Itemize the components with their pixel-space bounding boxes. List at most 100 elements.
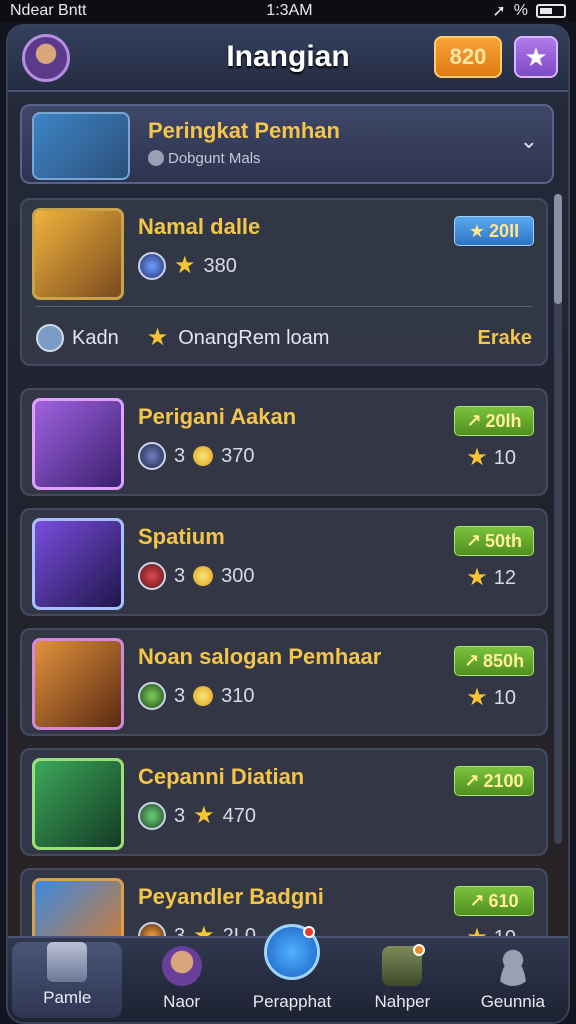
rating-value: 10 — [493, 686, 516, 709]
badge-value: 2100 — [483, 770, 524, 791]
stat-value: 300 — [221, 564, 255, 587]
rating: ★ 10 — [466, 686, 516, 710]
arrow-up-icon: ↗ — [464, 770, 480, 791]
nav-label: Geunnia — [480, 992, 545, 1011]
stat-value: 310 — [221, 684, 255, 707]
arrow-up-icon: ↗ — [465, 530, 482, 551]
stat-value: 370 — [221, 444, 255, 467]
item-thumbnail — [32, 758, 124, 850]
battery-percent: % — [513, 2, 528, 19]
score-badge: ↗ 20lh — [454, 406, 534, 436]
star-icon: ★ — [174, 252, 196, 279]
star-icon: ★ — [466, 444, 488, 471]
list-item[interactable]: Perigani Aakan 3 370 ↗ 20lh ★ 10 — [20, 388, 548, 496]
rating-value: 10 — [493, 446, 516, 469]
star-icon: ★ — [466, 564, 488, 591]
footer-action-button[interactable]: Erake — [478, 327, 533, 350]
rating-value: 12 — [493, 566, 516, 589]
divider — [36, 306, 532, 307]
scrollbar-thumb[interactable] — [554, 194, 562, 304]
stat-row: 3 300 — [138, 562, 255, 590]
badge-value: 850h — [483, 650, 525, 671]
stat-row: 3 310 — [138, 682, 255, 710]
badge-value: 50th — [485, 530, 523, 551]
rating: ★ 12 — [466, 566, 516, 590]
footer-label: Kadn — [72, 326, 119, 349]
status-bar: Ndear Bntt 1:3AM ➚ % — [0, 0, 576, 22]
item-thumbnail — [32, 518, 124, 610]
bottom-nav: Pamle Naor Perapphat Nahper Geunnia — [8, 924, 568, 1022]
item-name: Namal dalle — [138, 214, 261, 239]
nav-profile[interactable]: Geunnia — [458, 938, 568, 1022]
star-button[interactable]: ★ — [514, 36, 558, 78]
score-badge: ★ 20II — [454, 216, 534, 246]
clock: 1:3AM — [266, 2, 313, 19]
score-badge: ↗ 50th — [454, 526, 534, 556]
leaderboard-list[interactable]: Peringkat Pemhan Dobgunt Mals ⌄ Namal da… — [8, 94, 568, 938]
footer-text: OnangRem loam — [178, 326, 330, 349]
status-icons: ➚ % — [492, 1, 566, 21]
badge-value: 610 — [488, 890, 519, 911]
ranking-dropdown[interactable]: Peringkat Pemhan Dobgunt Mals ⌄ — [20, 104, 554, 184]
potion-icon — [138, 682, 166, 710]
score-badge: ↗ 850h — [454, 646, 534, 676]
nav-home[interactable]: Pamle — [12, 942, 123, 1018]
star-icon: ★ — [524, 41, 548, 72]
battery-icon — [536, 4, 566, 18]
coin-counter[interactable]: 820 — [434, 36, 502, 78]
notification-dot — [302, 926, 315, 938]
featured-thumbnail — [32, 208, 124, 300]
star-icon: ★ — [468, 220, 486, 241]
nav-label: Pamle — [43, 988, 92, 1007]
arrow-up-icon: ↗ — [469, 890, 485, 911]
list-item[interactable]: Noan salogan Pemhaar 3 310 ↗ 850h ★ 10 — [20, 628, 548, 736]
star-icon: ★ — [193, 802, 215, 829]
stat-row: 3 370 — [138, 442, 255, 470]
list-item[interactable]: Spatium 3 300 ↗ 50th ★ 12 — [20, 508, 548, 616]
carrier-label: Ndear Bntt — [10, 2, 87, 19]
nav-label: Nahper — [374, 992, 431, 1011]
coin-icon — [193, 686, 214, 706]
featured-footer: Kadn ★ OnangRem loam Erake — [36, 318, 532, 358]
list-item[interactable]: Cepanni Diatian 3 ★ 470 ↗ 2100 — [20, 748, 548, 856]
group-icon — [148, 150, 164, 166]
sword-icon — [138, 442, 166, 470]
item-name: Peyandler Badgni — [138, 884, 324, 909]
item-name: Perigani Aakan — [138, 404, 297, 429]
score-badge: ↗ 2100 — [454, 766, 534, 796]
level-value: 3 — [174, 804, 186, 827]
item-name: Spatium — [138, 524, 225, 549]
nav-hero[interactable]: Naor — [126, 938, 236, 1022]
level-value: 3 — [174, 684, 186, 707]
signal-icon: ➚ — [492, 3, 506, 20]
stat-row: 3 ★ 470 — [138, 802, 256, 830]
item-name: Noan salogan Pemhaar — [138, 644, 382, 669]
nav-label: Naor — [163, 992, 201, 1011]
level-value: 3 — [174, 564, 186, 587]
nav-label: Perapphat — [252, 992, 332, 1011]
nav-chat[interactable]: Nahper — [347, 938, 457, 1022]
item-thumbnail — [32, 398, 124, 490]
shield-icon — [138, 562, 166, 590]
featured-card[interactable]: Namal dalle ★ 380 ★ 20II Kadn ★ OnangRem… — [20, 198, 548, 366]
rating: ★ 10 — [466, 446, 516, 470]
badge-value: 20II — [489, 220, 520, 241]
stat-value: 380 — [203, 254, 237, 277]
stat-value: 470 — [222, 804, 257, 827]
orb-icon — [138, 252, 166, 280]
coin-icon — [193, 566, 214, 586]
stat-row: ★ 380 — [138, 252, 237, 280]
coin-icon — [193, 446, 214, 466]
arrow-up-icon: ↗ — [463, 650, 480, 671]
ranking-subtitle: Dobgunt Mals — [168, 150, 261, 167]
ranking-thumbnail — [32, 112, 130, 180]
notification-dot — [413, 944, 426, 956]
chevron-down-icon[interactable]: ⌄ — [520, 128, 538, 154]
star-icon: ★ — [466, 684, 488, 711]
score-badge: ↗ 610 — [454, 886, 534, 916]
hero-icon — [161, 946, 202, 986]
level-value: 3 — [174, 444, 186, 467]
player-icon — [36, 324, 64, 352]
nav-center[interactable]: Perapphat — [237, 924, 347, 1022]
item-thumbnail — [32, 638, 124, 730]
